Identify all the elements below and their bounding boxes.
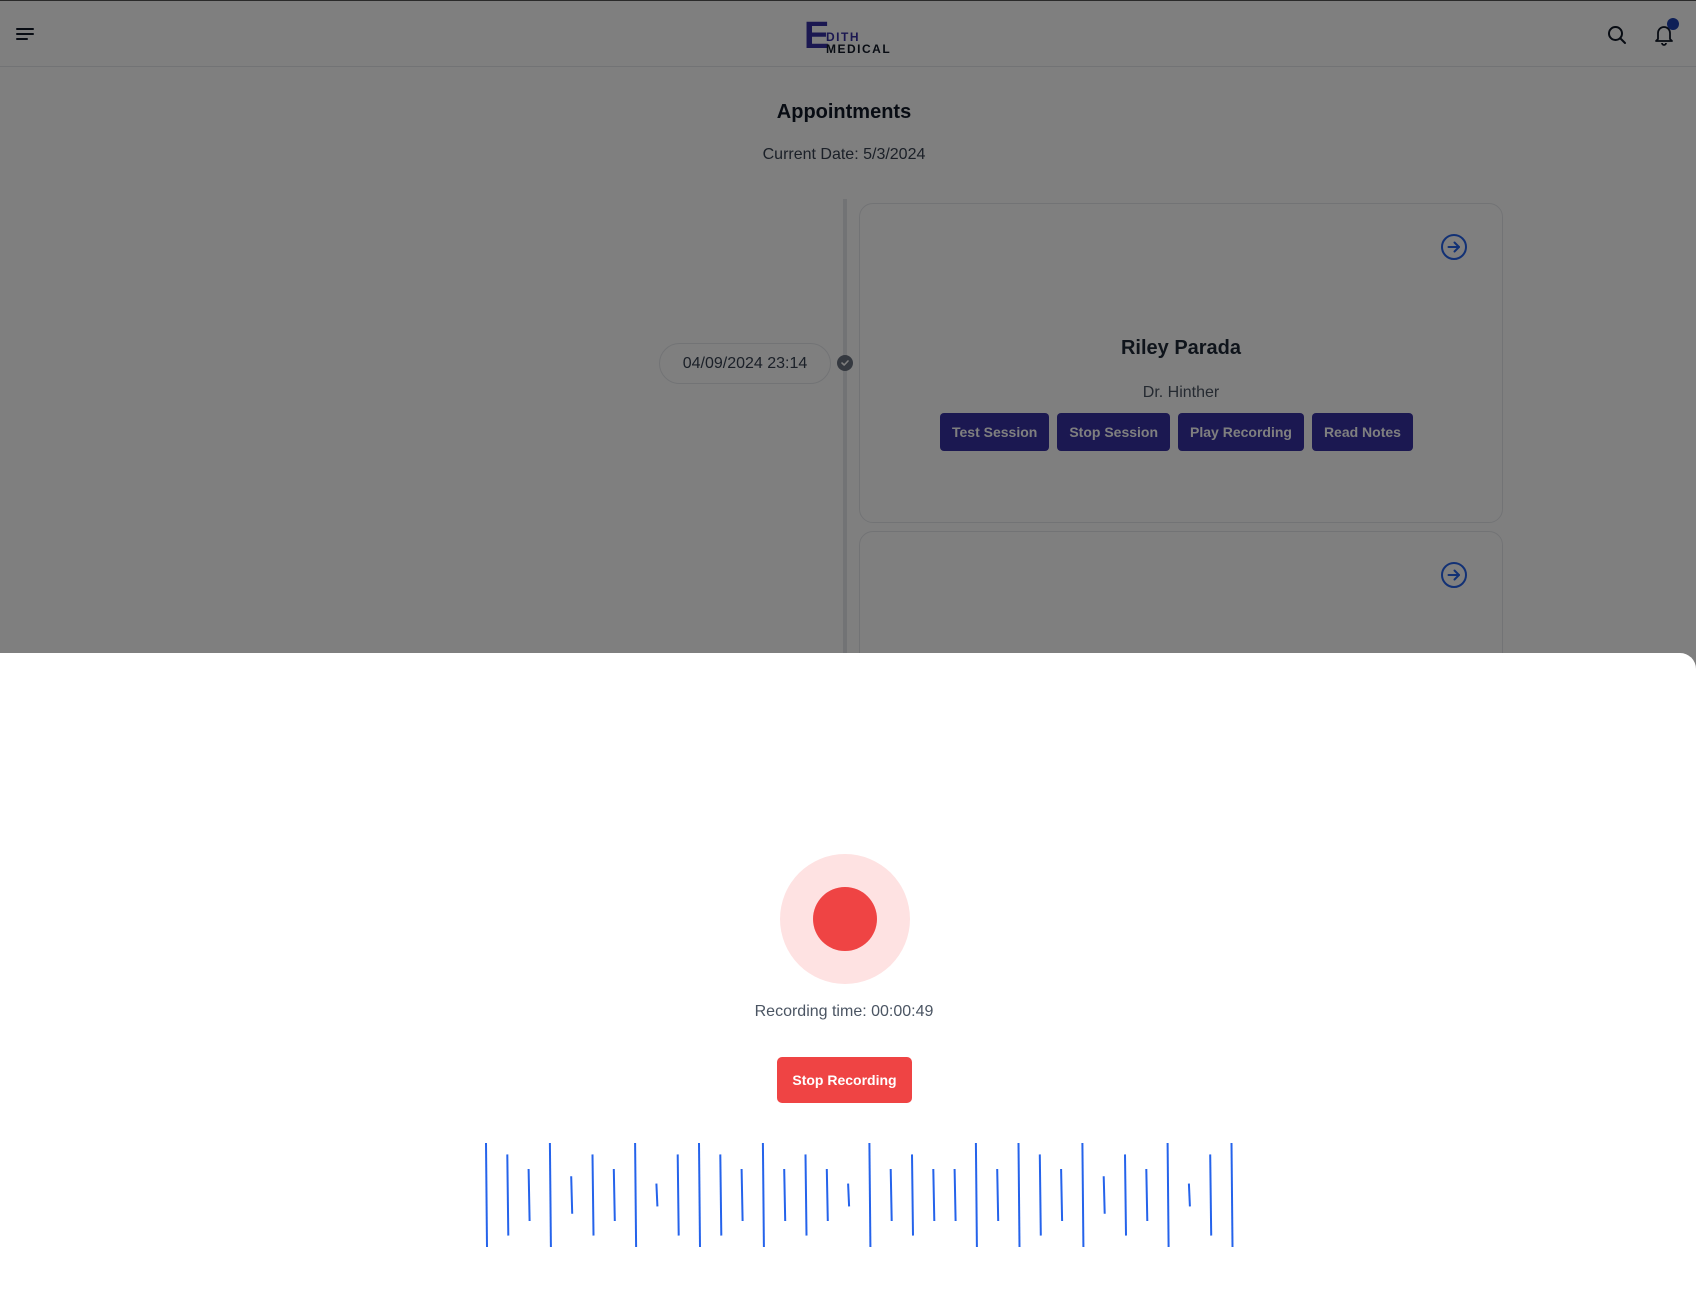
waveform-bar (570, 1176, 574, 1214)
recording-sheet: Recording time: 00:00:49 Stop Recording (0, 653, 1696, 1305)
waveform-bar (1124, 1154, 1127, 1236)
waveform-bar (953, 1168, 957, 1222)
waveform-bar (932, 1168, 936, 1222)
recording-time: Recording time: 00:00:49 (754, 1003, 934, 1020)
waveform-bar (1038, 1154, 1042, 1236)
waveform-bar (548, 1142, 552, 1248)
waveform-bar (847, 1183, 851, 1207)
waveform-bar (698, 1142, 701, 1248)
waveform-bar (1145, 1168, 1149, 1222)
waveform-bar (1060, 1168, 1064, 1222)
waveform-bar (1017, 1142, 1021, 1248)
waveform-bar (996, 1168, 1000, 1222)
waveform-bar (889, 1168, 893, 1222)
waveform-bar (1081, 1142, 1085, 1248)
audio-waveform (485, 1142, 1234, 1248)
waveform-bar (1230, 1142, 1234, 1248)
waveform-bar (655, 1183, 659, 1207)
waveform-bar (591, 1154, 595, 1236)
waveform-bar (974, 1142, 978, 1248)
waveform-bar (1187, 1183, 1191, 1207)
stop-recording-button[interactable]: Stop Recording (777, 1057, 912, 1103)
waveform-bar (740, 1168, 744, 1222)
waveform-bar (1209, 1154, 1213, 1236)
waveform-bar (506, 1154, 510, 1236)
record-dot-icon (813, 887, 877, 951)
recording-indicator (780, 854, 910, 984)
waveform-bar (527, 1168, 531, 1222)
waveform-bar (868, 1142, 872, 1248)
waveform-bar (911, 1154, 914, 1236)
waveform-bar (1102, 1176, 1106, 1214)
waveform-bar (719, 1154, 723, 1236)
waveform-bar (825, 1168, 829, 1222)
waveform-bar (676, 1154, 680, 1236)
waveform-bar (485, 1142, 488, 1248)
waveform-bar (804, 1154, 808, 1236)
waveform-bar (612, 1168, 616, 1222)
waveform-bar (1166, 1142, 1170, 1248)
waveform-bar (783, 1168, 787, 1222)
waveform-bar (634, 1142, 638, 1248)
waveform-bar (761, 1142, 765, 1248)
